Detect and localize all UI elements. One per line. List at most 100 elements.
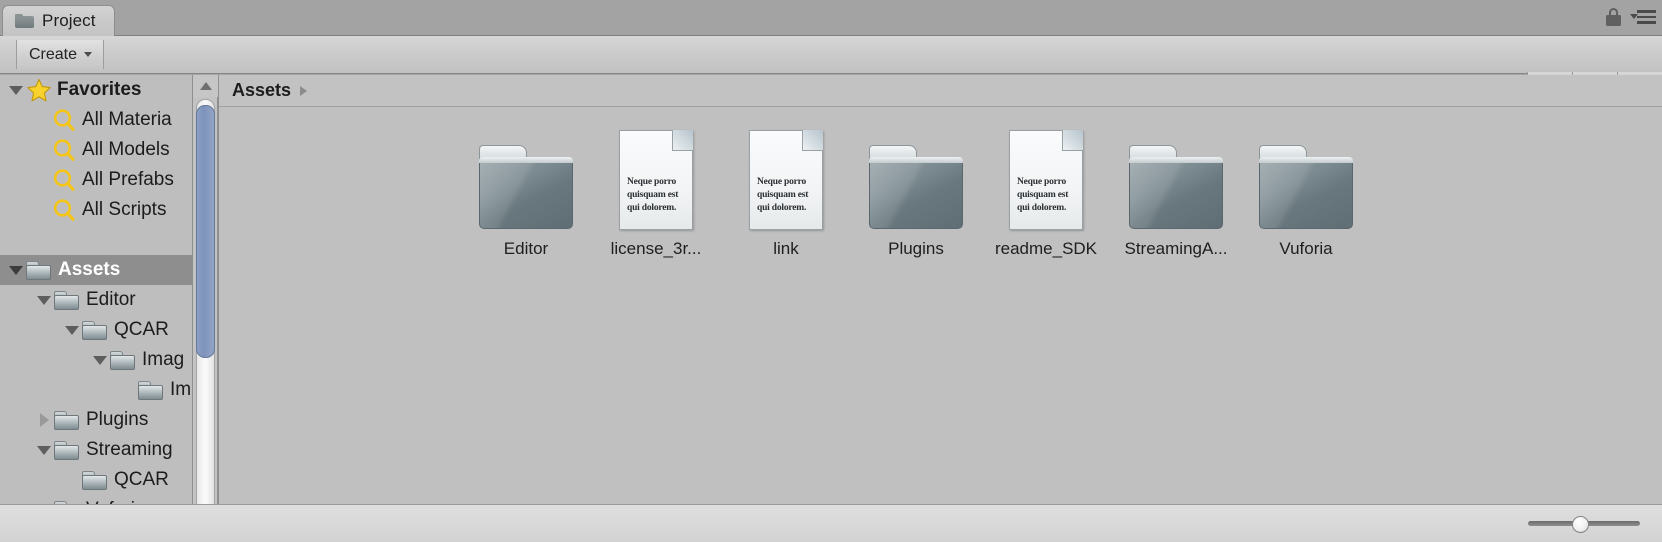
sidebar-item-label: Assets [58,259,121,280]
sidebar-item-label: QCAR [114,319,169,340]
sidebar-item-all-materials[interactable]: All Materia [0,105,192,135]
star-icon [26,78,52,103]
twisty-open-icon[interactable] [34,296,54,305]
asset-icon-wrap [867,120,965,230]
create-button[interactable]: Create [16,40,105,69]
folder-icon [82,320,107,340]
asset-icon-wrap: Neque porro quisquam est qui dolorem. [619,120,693,230]
folder-icon [26,260,51,280]
hamburger-menu-icon[interactable] [1630,9,1656,25]
asset-icon-wrap [1127,120,1225,230]
asset-item-label: Vuforia [1279,239,1333,258]
scroll-up-arrow[interactable] [193,75,218,97]
document-preview-text: Neque porro quisquam est qui dolorem. [757,177,809,213]
lock-icon[interactable] [1606,8,1621,26]
asset-item-label: license_3r... [610,239,702,258]
window-titlebar-controls [1606,8,1656,26]
folder-icon [1257,145,1355,230]
icon-size-slider[interactable] [1528,516,1640,533]
twisty-open-icon[interactable] [62,326,82,335]
sidebar-item-label: Favorites [57,79,142,100]
tab-project[interactable]: Project [2,5,115,36]
sidebar-item-editor[interactable]: Editor [0,285,192,315]
document-icon: Neque porro quisquam est qui dolorem. [749,130,823,230]
sidebar-item-assets[interactable]: Assets [0,255,192,285]
sidebar-item-all-scripts[interactable]: All Scripts [0,195,192,225]
search-icon [52,138,78,163]
asset-item-plugins[interactable]: Plugins [851,120,981,259]
sidebar-item-favorites[interactable]: Favorites [0,75,192,105]
project-tree-sidebar[interactable]: Favorites All Materia All Models All Pre… [0,75,192,542]
search-icon [52,108,78,133]
sidebar-item-imag[interactable]: Imag [0,345,192,375]
asset-icon-wrap: Neque porro quisquam est qui dolorem. [1009,120,1083,230]
twisty-closed-icon[interactable] [34,413,54,427]
asset-item-label: readme_SDK [994,239,1098,258]
asset-item-label: Editor [503,239,549,258]
sidebar-item-label: All Scripts [82,199,167,220]
window-tabstrip: Project [0,0,1662,36]
sidebar-item-label: All Prefabs [82,169,174,190]
twisty-open-icon[interactable] [6,266,26,275]
sidebar-item-all-prefabs[interactable]: All Prefabs [0,165,192,195]
asset-item-streamingassets[interactable]: StreamingA... [1111,120,1241,259]
asset-item-readme-sdk[interactable]: Neque porro quisquam est qui dolorem. re… [981,120,1111,259]
twisty-open-icon[interactable] [6,86,26,95]
assets-grid: Editor Neque porro quisquam est qui dolo… [461,120,1371,259]
document-icon: Neque porro quisquam est qui dolorem. [619,130,693,230]
folder-icon [54,440,79,460]
chevron-down-icon [1630,14,1638,19]
asset-item-vuforia[interactable]: Vuforia [1241,120,1371,259]
lock-body [1606,15,1621,26]
folder-icon [82,470,107,490]
document-icon: Neque porro quisquam est qui dolorem. [1009,130,1083,230]
folder-icon [15,14,34,28]
chevron-right-icon[interactable] [300,85,308,96]
assets-content-panel[interactable]: Assets Editor Neque porro quisquam est q… [219,75,1662,542]
page-fold [672,130,693,151]
breadcrumb-assets[interactable]: Assets [232,80,291,101]
sidebar-item-label: All Materia [82,109,172,130]
sidebar-scrollbar[interactable] [192,75,218,542]
chevron-down-icon [84,52,93,57]
document-preview-text: Neque porro quisquam est qui dolorem. [627,177,679,213]
asset-item-link[interactable]: Neque porro quisquam est qui dolorem. li… [721,120,851,259]
asset-item-editor[interactable]: Editor [461,120,591,259]
twisty-open-icon[interactable] [34,446,54,455]
sidebar-item-all-models[interactable]: All Models [0,135,192,165]
project-toolbar: Create [0,36,1662,109]
twisty-open-icon[interactable] [90,356,110,365]
asset-item-label: Plugins [888,239,944,258]
sidebar-item-label: Streaming [86,439,173,460]
search-icon [52,168,78,193]
sidebar-item-streaming-qcar[interactable]: QCAR [0,465,192,495]
folder-icon [54,410,79,430]
asset-item-label: link [773,239,799,258]
create-button-label: Create [29,45,78,63]
asset-icon-wrap: Neque porro quisquam est qui dolorem. [749,120,823,230]
folder-icon [138,380,163,400]
sidebar-item-im[interactable]: Im [0,375,192,405]
page-fold [802,130,823,151]
asset-icon-wrap [477,120,575,230]
sidebar-item-label: Editor [86,289,136,310]
document-preview-text: Neque porro quisquam est qui dolorem. [1017,177,1069,213]
page-fold [1062,130,1083,151]
slider-handle[interactable] [1572,516,1589,533]
asset-item-license[interactable]: Neque porro quisquam est qui dolorem. li… [591,120,721,259]
sidebar-item-streamingassets[interactable]: Streaming [0,435,192,465]
sidebar-item-qcar[interactable]: QCAR [0,315,192,345]
sidebar-item-label: Imag [142,349,185,370]
sidebar-item-plugins[interactable]: Plugins [0,405,192,435]
folder-icon [477,145,575,230]
folder-icon [54,290,79,310]
sidebar-item-label: Plugins [86,409,149,430]
folder-icon [1127,145,1225,230]
asset-icon-wrap [1257,120,1355,230]
scrollbar-thumb[interactable] [196,105,215,358]
folder-icon [110,350,135,370]
sidebar-item-label: All Models [82,139,170,160]
project-window: Project Create Favorites All Materia All… [0,0,1662,542]
status-bar [0,504,1662,542]
